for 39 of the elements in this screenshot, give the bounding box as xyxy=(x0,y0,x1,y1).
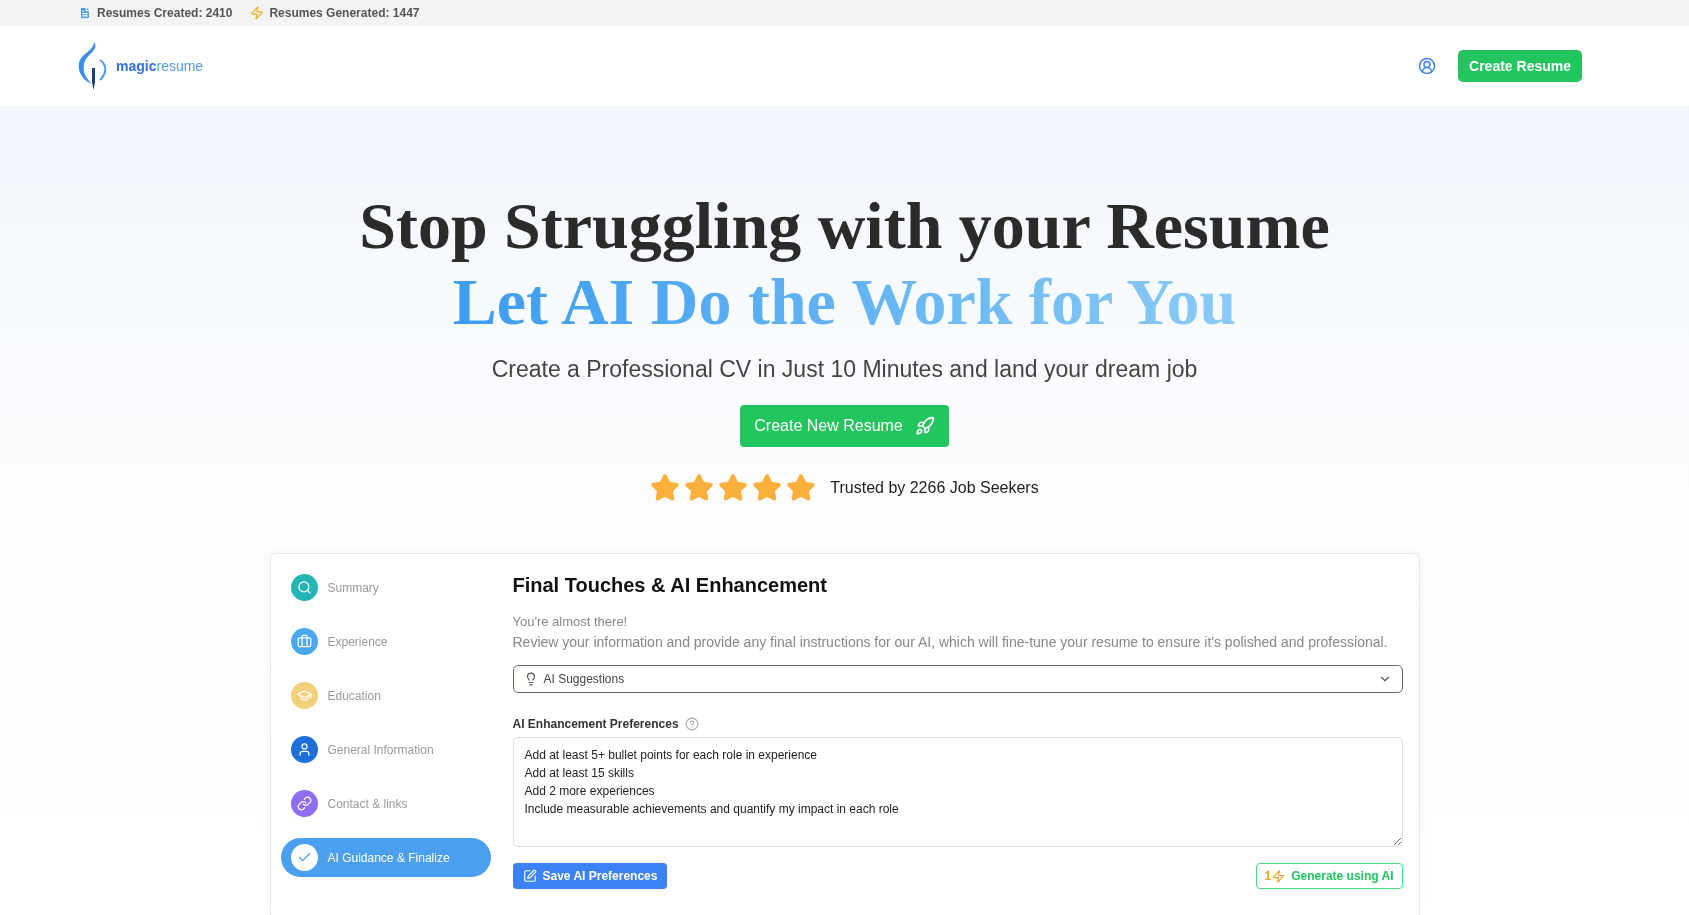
credits-count: 1 xyxy=(1264,869,1286,883)
suggestions-select[interactable]: AI Suggestions xyxy=(512,665,1403,693)
step-item[interactable]: Education xyxy=(280,676,491,715)
user-icon xyxy=(296,742,312,757)
bolt-icon xyxy=(250,6,265,20)
step-item[interactable]: Experience xyxy=(280,622,491,661)
hero-tagline: Create a Professional CV in Just 10 Minutes and land your dream job xyxy=(491,356,1198,383)
preferences-input[interactable]: Add at least 5+ bullet points for each role in experience Add at least 15 skills Add 2 more experiences Include measurable achievements and quantify my impact in each role xyxy=(512,737,1403,847)
rating-text: Trusted by 2266 Job Seekers xyxy=(830,479,1039,497)
search-icon xyxy=(296,580,312,595)
brand-name: magicresume xyxy=(116,58,204,74)
star-icon xyxy=(752,473,783,503)
star-icon xyxy=(684,473,715,503)
stat-text: Resumes Generated: 1447 xyxy=(269,6,420,20)
help-icon[interactable] xyxy=(684,717,699,731)
link-icon xyxy=(296,796,312,811)
edit-icon xyxy=(522,869,537,883)
graduation-cap-icon xyxy=(296,688,312,703)
step-item[interactable]: AI Guidance & Finalize xyxy=(280,838,491,877)
save-preferences-button[interactable]: Save AI Preferences xyxy=(512,863,668,889)
rocket-icon xyxy=(914,416,935,436)
star-icon xyxy=(786,473,817,503)
step-item[interactable]: Contact & links xyxy=(280,784,491,823)
stat-text: Resumes Created: 2410 xyxy=(97,6,233,20)
create-new-resume-button[interactable]: Create New Resume xyxy=(740,405,949,447)
description-text: Review your information and provide any final instructions for our AI, which will fine-tune your resume to ensure it's polished and professional. xyxy=(512,633,1389,652)
intro-text: You're almost there! xyxy=(512,613,629,631)
account-icon[interactable] xyxy=(1418,57,1437,75)
star-icon xyxy=(718,473,749,503)
create-resume-button[interactable]: Create Resume xyxy=(1458,50,1582,82)
document-icon xyxy=(78,6,92,20)
step-item[interactable]: Summary xyxy=(280,568,491,607)
generate-button[interactable]: 1 Generate using AI xyxy=(1255,863,1403,889)
step-item[interactable]: General Information xyxy=(280,730,491,769)
field-label: AI Enhancement Preferences xyxy=(512,717,679,731)
panel-title: Final Touches & AI Enhancement xyxy=(512,574,828,597)
briefcase-icon xyxy=(296,634,312,649)
hero-title: Stop Struggling with your Resume xyxy=(359,188,1330,264)
star-icon xyxy=(650,473,681,503)
